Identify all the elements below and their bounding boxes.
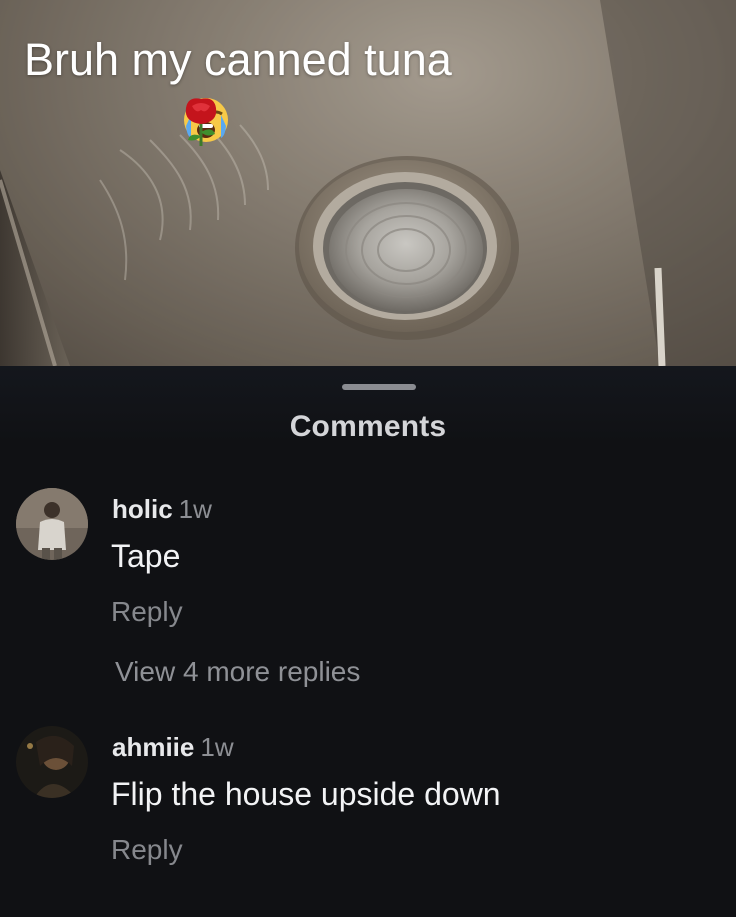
post-caption: Bruh my canned tuna [24, 34, 452, 85]
avatar[interactable] [16, 488, 88, 560]
person-avatar-icon [16, 726, 88, 798]
comment-text: Flip the house upside down [111, 776, 501, 812]
post-image: Bruh my canned tuna [0, 0, 736, 366]
comment-username[interactable]: holic [112, 494, 173, 524]
comment-header: holic 1w [112, 494, 212, 525]
reply-button[interactable]: Reply [111, 596, 183, 628]
avatar[interactable] [16, 726, 88, 798]
comment-item: holic 1w Tape Reply View 4 more replies [0, 480, 736, 687]
comment-text: Tape [111, 538, 181, 574]
sheet-drag-handle[interactable] [342, 384, 416, 390]
view-more-replies-button[interactable]: View 4 more replies [115, 656, 360, 688]
comment-username[interactable]: ahmiie [112, 732, 194, 762]
comment-timestamp: 1w [200, 732, 234, 762]
person-avatar-icon [16, 488, 88, 560]
rose-icon [185, 98, 217, 146]
comment-timestamp: 1w [178, 494, 212, 524]
reply-button[interactable]: Reply [111, 834, 183, 866]
comments-sheet: Comments holic 1w Tape Reply View 4 more … [0, 366, 736, 917]
comment-item: ahmiie 1w Flip the house upside down Repl… [0, 720, 736, 890]
comment-header: ahmiie 1w [112, 732, 234, 763]
comments-title: Comments [289, 410, 447, 443]
